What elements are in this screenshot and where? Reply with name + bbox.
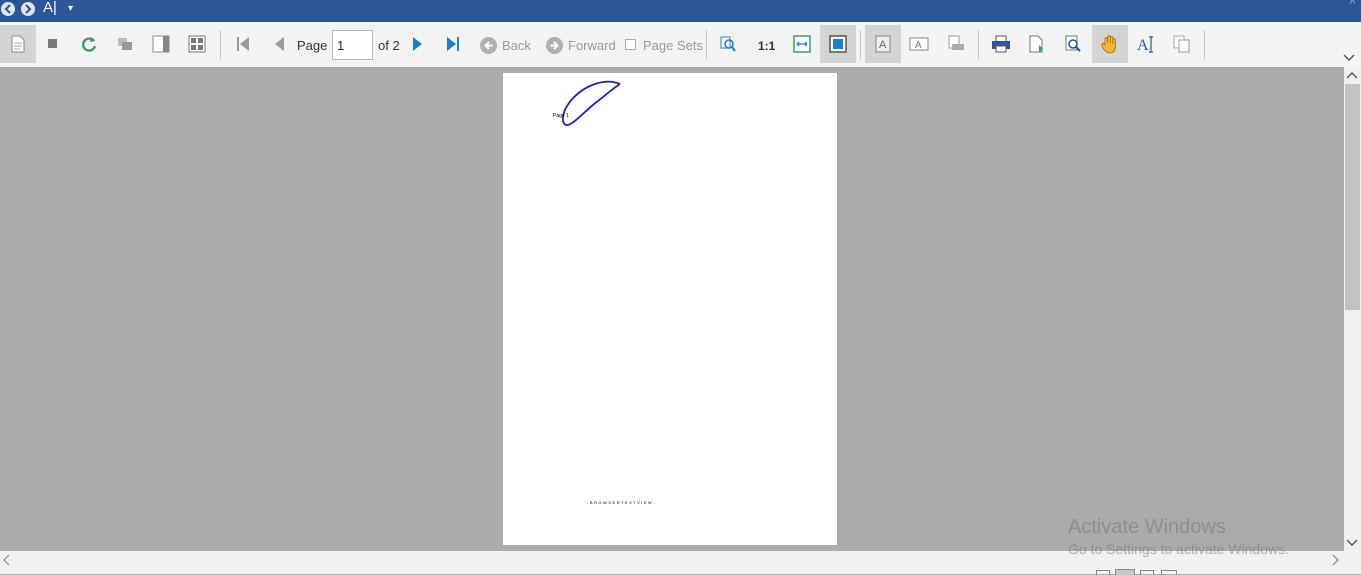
previous-page-icon — [275, 37, 284, 51]
thumbnails-icon — [188, 35, 206, 53]
document-icon — [11, 35, 25, 53]
vertical-scroll-thumb[interactable] — [1345, 84, 1360, 310]
scrollbar-corner — [1344, 551, 1361, 568]
first-page-icon — [237, 37, 249, 51]
document-page: Page 1 - B R O W S E R T E X T V I E W - — [503, 73, 837, 545]
chevron-down-icon[interactable] — [1343, 54, 1355, 62]
print-preview-icon — [948, 35, 964, 50]
refresh-icon — [82, 37, 97, 52]
view-grid-icon[interactable] — [1161, 570, 1177, 575]
horizontal-scrollbar[interactable] — [0, 551, 1344, 568]
view-continuous-icon[interactable] — [1115, 569, 1135, 575]
view-single-icon[interactable] — [1096, 570, 1110, 575]
scroll-right-icon[interactable] — [1332, 554, 1340, 566]
page-count-label: of 2 — [378, 38, 400, 53]
stop-icon — [48, 39, 57, 48]
forward-nav-icon — [546, 37, 563, 54]
first-page-button[interactable] — [225, 25, 261, 63]
next-page-icon — [413, 37, 422, 51]
thumbnails-button[interactable] — [179, 25, 215, 63]
text-frame-icon: A — [909, 37, 929, 51]
text-select-button[interactable]: A — [865, 25, 901, 63]
print-preview-button[interactable] — [938, 25, 974, 63]
sidebar-icon — [152, 35, 170, 53]
printer-icon — [992, 35, 1010, 53]
zoom-button[interactable] — [710, 25, 746, 63]
toolbar: Page of 2 Back Forward Page Sets 1:1 A A — [0, 22, 1361, 68]
next-page-button[interactable] — [400, 25, 436, 63]
svg-text:A: A — [915, 40, 922, 51]
view-facing-icon[interactable] — [1140, 570, 1154, 575]
text-cursor-icon: A — [1137, 36, 1153, 53]
search-button[interactable] — [1055, 25, 1091, 63]
page-label: Page — [297, 38, 328, 53]
last-page-icon — [447, 37, 459, 51]
actual-size-button[interactable]: 1:1 — [758, 39, 775, 53]
vertical-scrollbar[interactable] — [1344, 67, 1361, 551]
previous-page-button[interactable] — [261, 25, 297, 63]
sidebar-button[interactable] — [143, 25, 179, 63]
quick-access-dropdown[interactable]: ▾ — [68, 3, 73, 14]
document-viewport[interactable]: Page 1 - B R O W S E R T E X T V I E W - — [0, 67, 1344, 551]
scroll-down-icon[interactable] — [1346, 539, 1358, 547]
duplicate-button[interactable] — [107, 25, 143, 63]
hand-tool-button[interactable] — [1092, 25, 1128, 63]
svg-text:A: A — [1137, 37, 1149, 53]
document-map-button[interactable] — [0, 25, 36, 63]
text-frame-button[interactable]: A — [901, 25, 937, 63]
fit-width-button[interactable] — [784, 25, 820, 63]
last-page-button[interactable] — [435, 25, 471, 63]
scroll-left-icon[interactable] — [2, 554, 10, 566]
text-select-icon: A — [875, 35, 891, 53]
forward-icon[interactable] — [21, 2, 35, 16]
app-title: A| — [43, 0, 57, 16]
refresh-button[interactable] — [71, 25, 107, 63]
forward-button[interactable]: Forward — [568, 39, 616, 53]
title-bar: A| ▾ ^ — [0, 0, 1361, 22]
stop-button[interactable] — [35, 25, 71, 63]
back-button[interactable]: Back — [502, 39, 531, 53]
toolbar-separator — [706, 30, 707, 60]
search-icon — [1065, 35, 1081, 52]
copy-icon — [1173, 35, 1190, 53]
fit-page-icon — [829, 35, 847, 53]
collapse-ribbon-button[interactable]: ^ — [1350, 0, 1355, 10]
text-cursor-button[interactable]: A — [1128, 25, 1164, 63]
page-sets-label: Page Sets — [643, 38, 703, 53]
export-button[interactable] — [1019, 25, 1055, 63]
copy-button[interactable] — [1164, 25, 1200, 63]
scroll-up-icon[interactable] — [1346, 71, 1358, 79]
page-footer-text: - B R O W S E R T E X T V I E W - — [587, 500, 655, 505]
page-number-input[interactable] — [332, 30, 373, 60]
fit-page-button[interactable] — [820, 25, 856, 63]
status-bar — [0, 568, 1361, 575]
back-nav-icon — [480, 37, 497, 54]
toolbar-separator — [220, 30, 221, 60]
export-icon — [1029, 35, 1043, 53]
print-button[interactable] — [983, 25, 1019, 63]
back-icon[interactable] — [1, 2, 15, 16]
zoom-icon — [720, 36, 736, 52]
svg-text:A: A — [879, 39, 887, 51]
page-label-text: Page 1 — [553, 113, 569, 119]
toolbar-separator — [1204, 30, 1205, 60]
hand-icon — [1101, 35, 1116, 54]
page-sets-checkbox[interactable] — [625, 39, 636, 50]
fit-width-icon — [793, 35, 811, 53]
toolbar-separator — [978, 30, 979, 60]
toolbar-separator — [860, 30, 861, 60]
duplicate-icon — [118, 38, 132, 50]
